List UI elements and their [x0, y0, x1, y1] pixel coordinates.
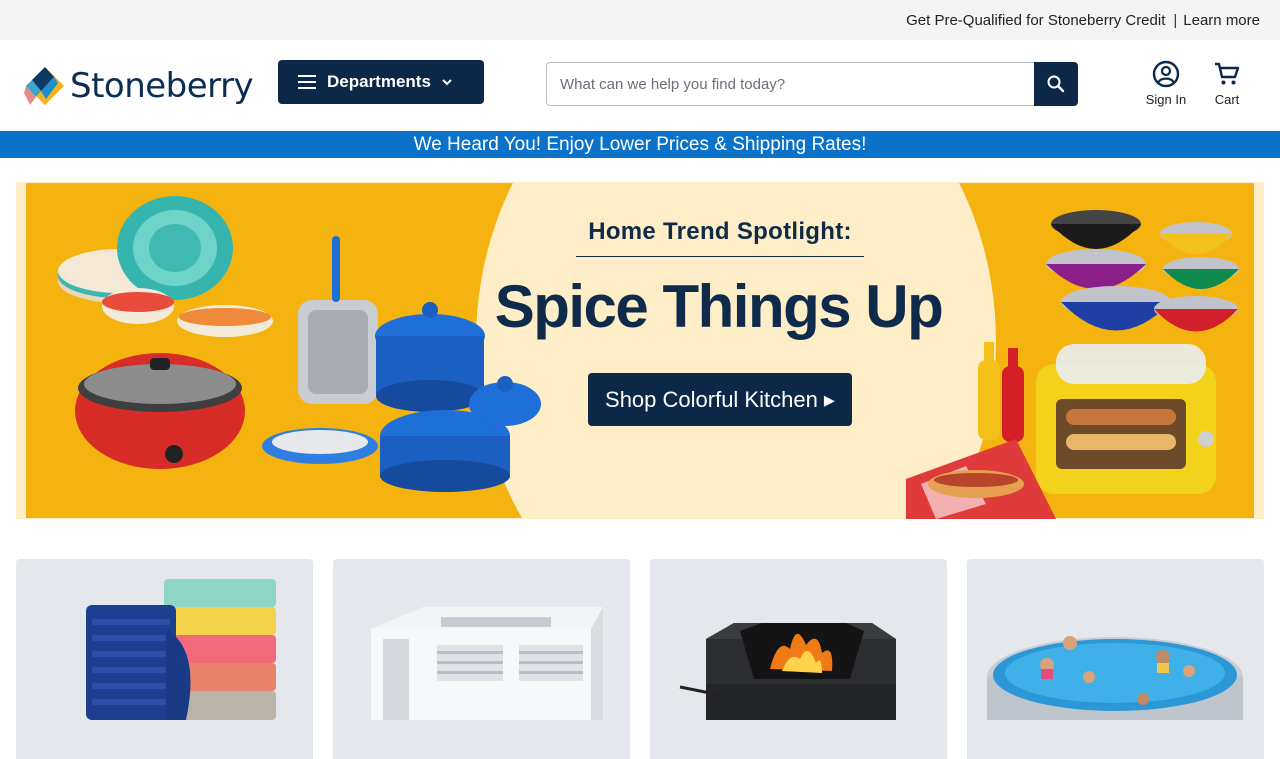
hero-banner[interactable]: Home Trend Spotlight: Spice Things Up Sh…	[16, 182, 1264, 519]
category-card-towels[interactable]	[16, 559, 313, 759]
air-conditioner-image	[371, 607, 603, 720]
logo-text: Stoneberry	[70, 66, 254, 106]
sign-in-button[interactable]: Sign In	[1141, 60, 1191, 107]
kitchen-appliance-illustration	[906, 210, 1239, 519]
search-button[interactable]	[1034, 62, 1078, 106]
search-input[interactable]	[546, 62, 1035, 106]
category-card-pool[interactable]	[967, 559, 1264, 759]
category-card-air-conditioner[interactable]	[333, 559, 630, 759]
towels-image	[86, 579, 276, 720]
pool-image	[987, 636, 1243, 720]
promo-banner[interactable]: We Heard You! Enjoy Lower Prices & Shipp…	[0, 131, 1280, 158]
search-icon	[1047, 75, 1065, 93]
hero-title: Spice Things Up	[494, 273, 944, 340]
top-utility-bar: Get Pre-Qualified for Stoneberry Credit …	[0, 0, 1280, 40]
departments-label: Departments	[327, 72, 431, 91]
search-bar	[546, 62, 1078, 106]
cart-button[interactable]: Cart	[1206, 60, 1248, 107]
cart-label: Cart	[1214, 92, 1240, 107]
sign-in-label: Sign In	[1145, 92, 1187, 107]
shop-colorful-kitchen-button[interactable]: Shop Colorful Kitchen ▸	[588, 373, 852, 426]
site-header: Stoneberry Departments Sign In	[0, 40, 1280, 131]
separator: |	[1173, 11, 1178, 29]
hero-copy: Home Trend Spotlight: Spice Things Up Sh…	[486, 182, 951, 519]
logo-mark-icon	[24, 67, 64, 105]
chevron-down-icon	[442, 79, 452, 86]
account-icon	[1152, 60, 1180, 88]
category-card-fire-pit[interactable]	[650, 559, 947, 759]
menu-icon	[298, 75, 316, 89]
departments-button[interactable]: Departments	[278, 60, 484, 104]
hero-kicker: Home Trend Spotlight:	[576, 218, 864, 257]
stoneberry-logo[interactable]: Stoneberry	[24, 64, 254, 108]
fire-pit-image	[679, 623, 896, 720]
learn-more-link[interactable]: Learn more	[1183, 12, 1260, 29]
cart-icon	[1215, 62, 1240, 85]
cookware-illustration	[58, 196, 541, 492]
credit-promo-text[interactable]: Get Pre-Qualified for Stoneberry Credit	[906, 12, 1165, 29]
